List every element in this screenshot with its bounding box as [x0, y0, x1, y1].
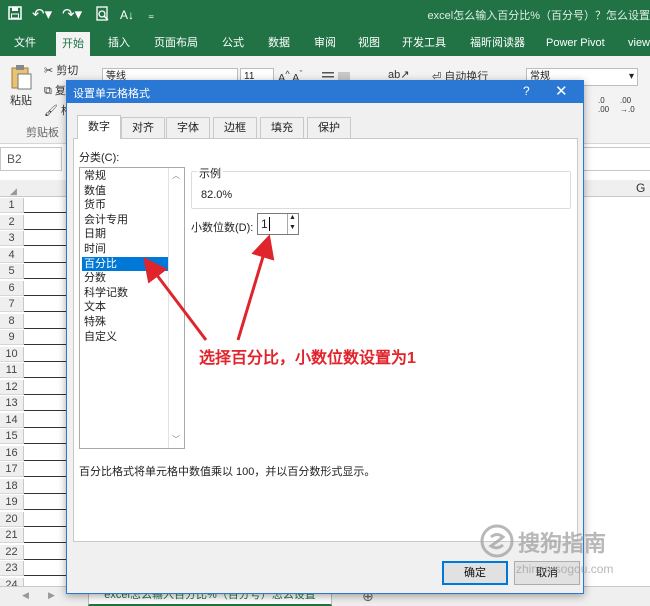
watermark-logo-icon — [480, 524, 514, 561]
arrow-to-decimal — [236, 234, 275, 341]
annotation-arrows — [143, 234, 275, 341]
watermark-url: zhinan.sogou.com — [516, 562, 614, 576]
annotation-text: 选择百分比，小数位数设置为1 — [199, 350, 416, 367]
arrow-to-percentage — [143, 257, 208, 341]
watermark-brand: 搜狗指南 — [518, 531, 607, 556]
tab-number[interactable]: 数字 — [77, 115, 121, 139]
